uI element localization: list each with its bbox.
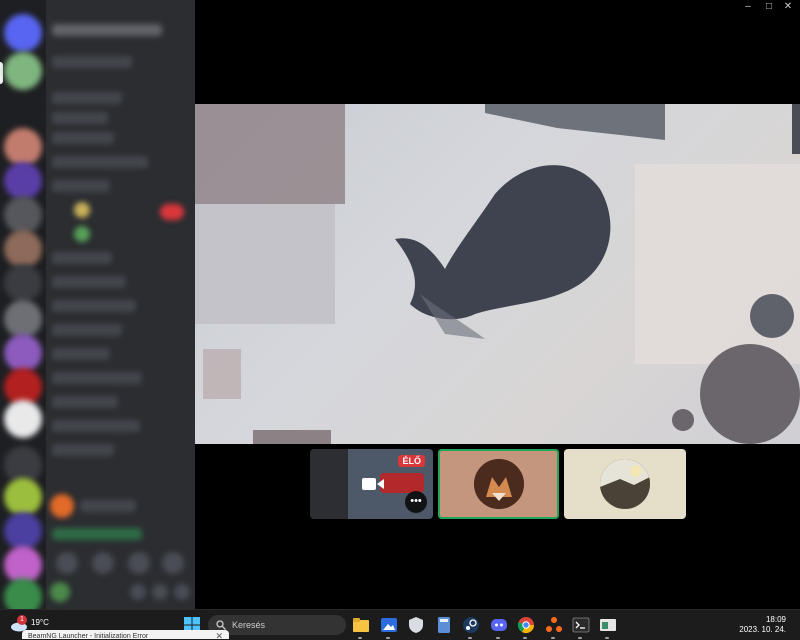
thumbnail-preview-panel: [310, 449, 348, 519]
title-bar: – □ ✕: [195, 0, 800, 14]
video-artifact: [750, 294, 794, 338]
channel-row[interactable]: [52, 276, 126, 288]
avatar: [600, 459, 650, 509]
channel-row[interactable]: [52, 372, 142, 384]
server-icon[interactable]: [4, 52, 42, 90]
mic-icon[interactable]: [130, 584, 146, 600]
channel-row[interactable]: [52, 180, 110, 192]
thumbnail-preview-car: [380, 473, 424, 493]
more-options-button[interactable]: •••: [405, 491, 427, 513]
channel-row[interactable]: [52, 324, 122, 336]
orange-app-icon[interactable]: [545, 616, 563, 634]
server-icon[interactable]: [4, 334, 42, 372]
server-icon[interactable]: [4, 14, 42, 52]
channel-row[interactable]: [52, 132, 114, 144]
channel-row[interactable]: [52, 156, 148, 168]
thumbnail-participant[interactable]: [564, 449, 686, 519]
voice-status-bar: [52, 528, 142, 540]
gear-icon[interactable]: [174, 584, 190, 600]
calculator-icon[interactable]: [435, 616, 453, 634]
channel-row[interactable]: [52, 92, 122, 104]
user-avatar: [50, 494, 74, 518]
sidebar: [0, 0, 195, 609]
user-avatar: [74, 202, 90, 218]
channel-row[interactable]: [52, 252, 112, 264]
maximize-button[interactable]: □: [759, 0, 779, 14]
app-window-icon[interactable]: [599, 616, 617, 634]
photos-icon[interactable]: [380, 616, 398, 634]
active-server-marker: [0, 62, 3, 84]
search-placeholder: Keresés: [232, 620, 266, 630]
security-icon[interactable]: [407, 616, 425, 634]
close-button[interactable]: ✕: [778, 0, 798, 14]
disconnect-icon[interactable]: [162, 552, 184, 574]
camera-icon: [362, 478, 384, 490]
activity-icon[interactable]: [128, 552, 150, 574]
live-badge: ÉLŐ: [398, 455, 425, 467]
video-artifact: [700, 344, 800, 444]
server-icon[interactable]: [4, 400, 42, 438]
camera-icon[interactable]: [56, 552, 78, 574]
headphones-icon[interactable]: [152, 584, 168, 600]
discord-icon[interactable]: [490, 616, 508, 634]
file-explorer-icon[interactable]: [352, 616, 370, 634]
server-icon[interactable]: [4, 128, 42, 166]
search-icon: [216, 620, 226, 630]
video-artifact: [672, 409, 694, 431]
video-artifact: [792, 104, 800, 154]
fox-icon: [473, 459, 524, 509]
clock-time: 18:09: [765, 615, 786, 624]
server-icon[interactable]: [4, 512, 42, 550]
thumbnail-screen-share[interactable]: ÉLŐ •••: [310, 449, 433, 519]
video-artifact: [203, 349, 241, 399]
server-icon[interactable]: [4, 196, 42, 234]
video-artifact: [195, 104, 345, 204]
avatar: [473, 459, 524, 509]
user-avatar: [50, 582, 70, 602]
stream-video[interactable]: [195, 104, 800, 444]
steam-icon[interactable]: [462, 616, 480, 634]
video-artifact: [253, 430, 331, 444]
notification-toast[interactable]: BeamNG Launcher - Initialization Error ✕: [22, 630, 229, 639]
server-icon[interactable]: [4, 478, 42, 516]
server-icon[interactable]: [4, 264, 42, 302]
notification-text: BeamNG Launcher - Initialization Error: [28, 633, 149, 639]
terminal-icon[interactable]: [572, 616, 590, 634]
channel-row[interactable]: [52, 112, 108, 124]
thumbnail-participant[interactable]: [438, 449, 559, 519]
clock[interactable]: 18:09 2023. 10. 24.: [739, 615, 786, 635]
channel-row[interactable]: [52, 396, 118, 408]
channel-row[interactable]: [52, 444, 114, 456]
notification-badge: 1: [17, 615, 27, 625]
whale-shape: [395, 165, 611, 339]
user-name: [80, 500, 136, 512]
video-artifact: [195, 204, 335, 324]
channel-row[interactable]: [52, 348, 110, 360]
user-avatar: [74, 226, 90, 242]
server-icon[interactable]: [4, 230, 42, 268]
landscape-icon: [600, 459, 650, 509]
channel-row[interactable]: [52, 420, 140, 432]
chrome-icon[interactable]: [517, 616, 535, 634]
server-list: [0, 0, 46, 609]
user-badge: [160, 204, 184, 220]
share-screen-icon[interactable]: [92, 552, 114, 574]
weather-temp: 19°C: [31, 618, 49, 627]
channel-row[interactable]: [52, 300, 136, 312]
minimize-button[interactable]: –: [738, 0, 758, 14]
server-icon[interactable]: [4, 162, 42, 200]
server-icon[interactable]: [4, 578, 42, 609]
close-icon[interactable]: ✕: [215, 630, 223, 639]
channel-row[interactable]: [52, 56, 132, 68]
clock-date: 2023. 10. 24.: [739, 625, 786, 634]
server-icon[interactable]: [4, 300, 42, 338]
channel-header: [52, 24, 162, 36]
